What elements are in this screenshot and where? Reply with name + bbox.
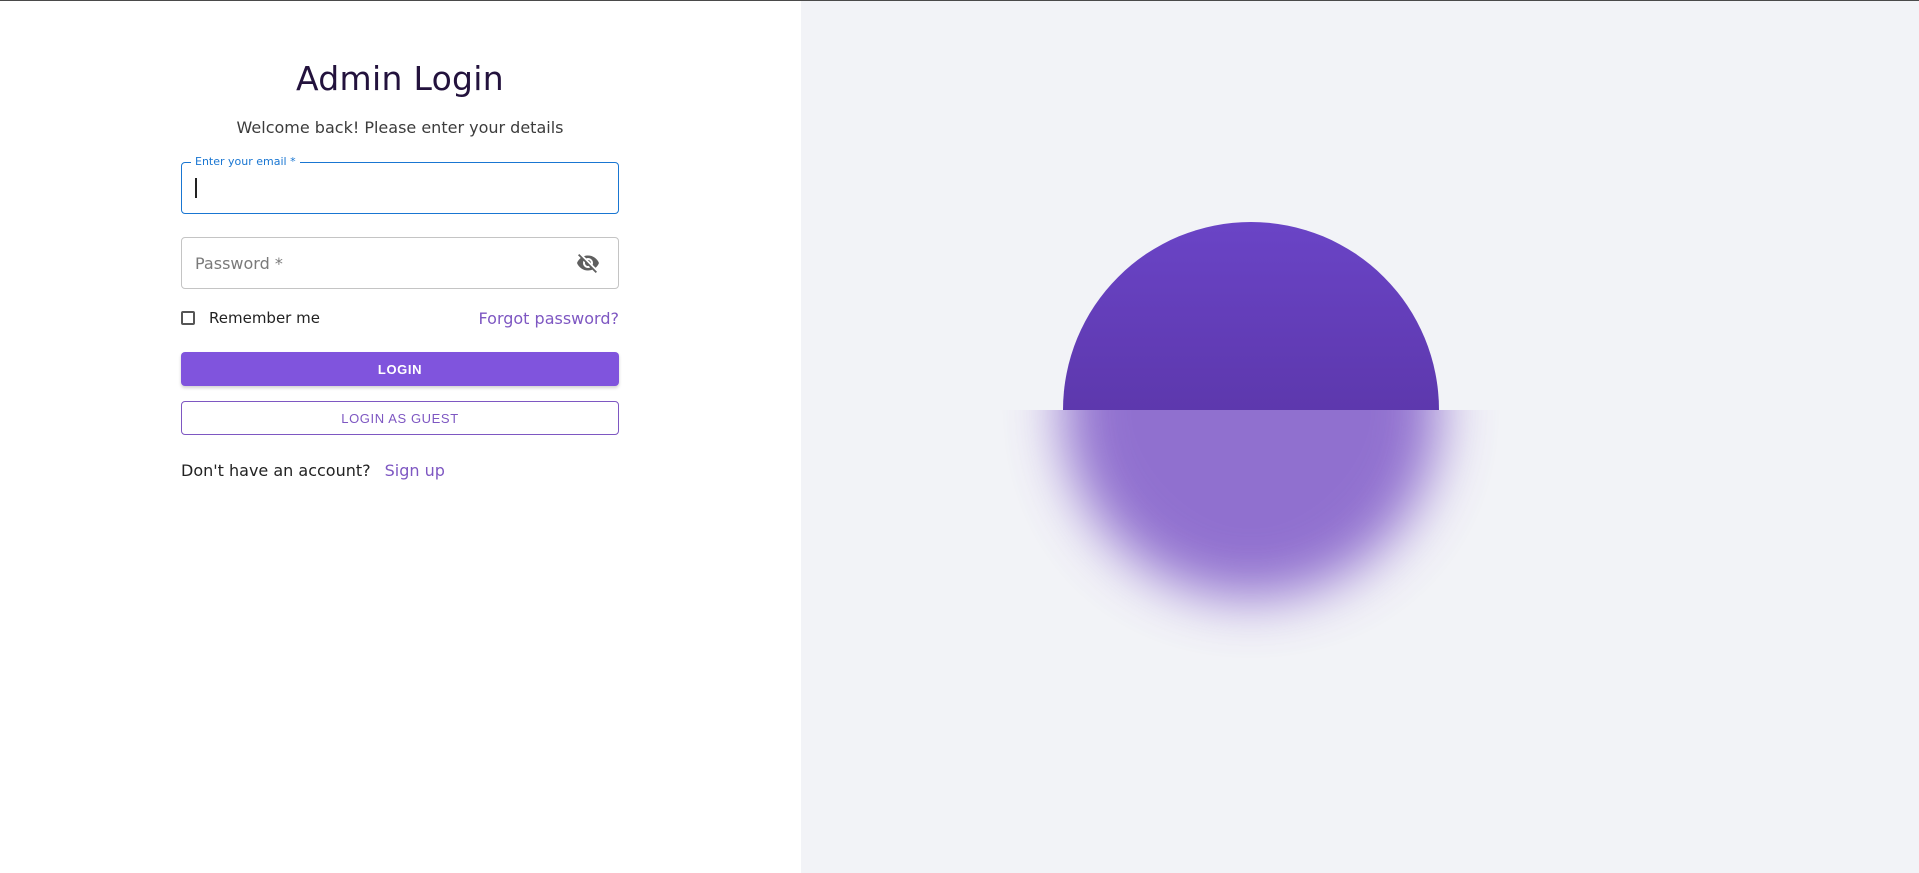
login-button[interactable]: LOGIN: [181, 352, 619, 386]
login-panel: Admin Login Welcome back! Please enter y…: [0, 1, 801, 873]
login-page: Admin Login Welcome back! Please enter y…: [0, 0, 1919, 873]
options-row: Remember me Forgot password?: [181, 308, 619, 328]
text-cursor: [195, 178, 197, 198]
password-field[interactable]: [181, 237, 619, 289]
email-field[interactable]: Enter your email *: [181, 155, 619, 214]
login-as-guest-button[interactable]: LOGIN AS GUEST: [181, 401, 619, 435]
sign-up-link[interactable]: Sign up: [385, 461, 445, 480]
remember-me-checkbox[interactable]: [181, 311, 195, 325]
signup-prompt: Don't have an account?: [181, 461, 371, 480]
eye-off-icon[interactable]: [576, 251, 600, 275]
decorative-orb: [1063, 222, 1439, 662]
orb-half-circle: [1063, 222, 1439, 410]
login-form: Admin Login Welcome back! Please enter y…: [181, 59, 619, 480]
remember-me-label: Remember me: [209, 309, 320, 327]
page-title: Admin Login: [296, 59, 504, 98]
remember-me[interactable]: Remember me: [181, 309, 320, 327]
signup-row: Don't have an account? Sign up: [181, 461, 619, 480]
email-input[interactable]: [195, 163, 575, 213]
forgot-password-link[interactable]: Forgot password?: [479, 309, 619, 328]
decorative-panel: [801, 1, 1919, 873]
password-input[interactable]: [195, 238, 575, 288]
page-subtitle: Welcome back! Please enter your details: [236, 118, 564, 137]
